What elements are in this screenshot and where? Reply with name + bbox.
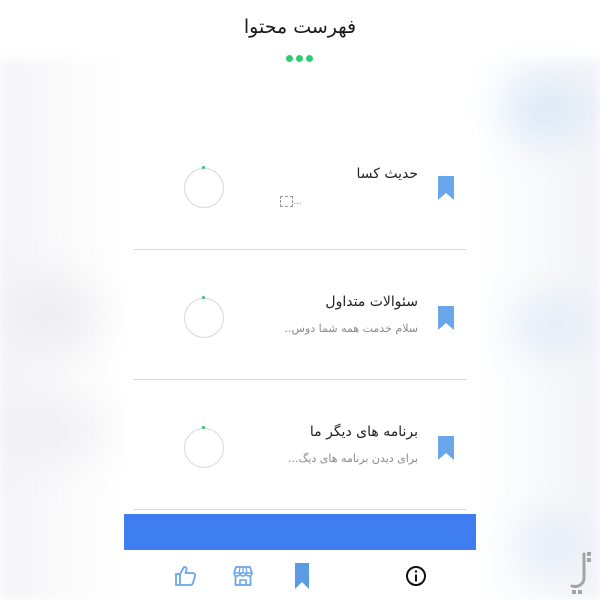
background-blur [10,280,100,350]
divider [134,509,466,510]
loading-dots [286,55,313,62]
item-subtitle: سلام خدمت همه شما دوس.. [284,322,418,335]
progress-ring [184,166,224,208]
image-placeholder-icon [280,196,293,207]
bookmark-icon[interactable] [290,563,314,589]
background-blur [515,300,585,350]
header: فهرست محتوا [0,0,600,70]
bookmark-icon[interactable] [438,306,454,330]
progress-ring [184,296,224,338]
like-icon[interactable] [174,564,198,588]
list-item[interactable]: برنامه های دیگر ما برای دیدن برنامه های … [134,380,466,510]
page-title: فهرست محتوا [243,16,357,38]
app-screen: فهرست محتوا حدیث کسا ... سئوالات متداول [0,0,600,600]
bottom-tab-bar [124,550,476,600]
item-title: برنامه های دیگر ما [309,424,418,440]
list-item[interactable]: حدیث کسا ... [134,120,466,250]
dot [306,55,313,62]
dot [296,55,303,62]
item-title: حدیث کسا [356,166,418,182]
bookmark-icon[interactable] [438,436,454,460]
bookmark-icon[interactable] [438,176,454,200]
item-subtitle: برای دیدن برنامه های دیگ... [288,452,418,465]
progress-ring [184,426,224,468]
info-icon[interactable] [404,564,428,588]
bottom-banner[interactable] [124,514,476,550]
item-subtitle: ... [280,196,302,207]
list-item[interactable]: سئوالات متداول سلام خدمت همه شما دوس.. [134,250,466,380]
background-blur [0,400,110,460]
item-subtitle-text: ... [293,197,302,207]
item-title: سئوالات متداول [325,294,418,310]
store-icon[interactable] [231,564,255,588]
background-blur [505,80,585,140]
dot [286,55,293,62]
store-watermark-icon [570,552,591,594]
